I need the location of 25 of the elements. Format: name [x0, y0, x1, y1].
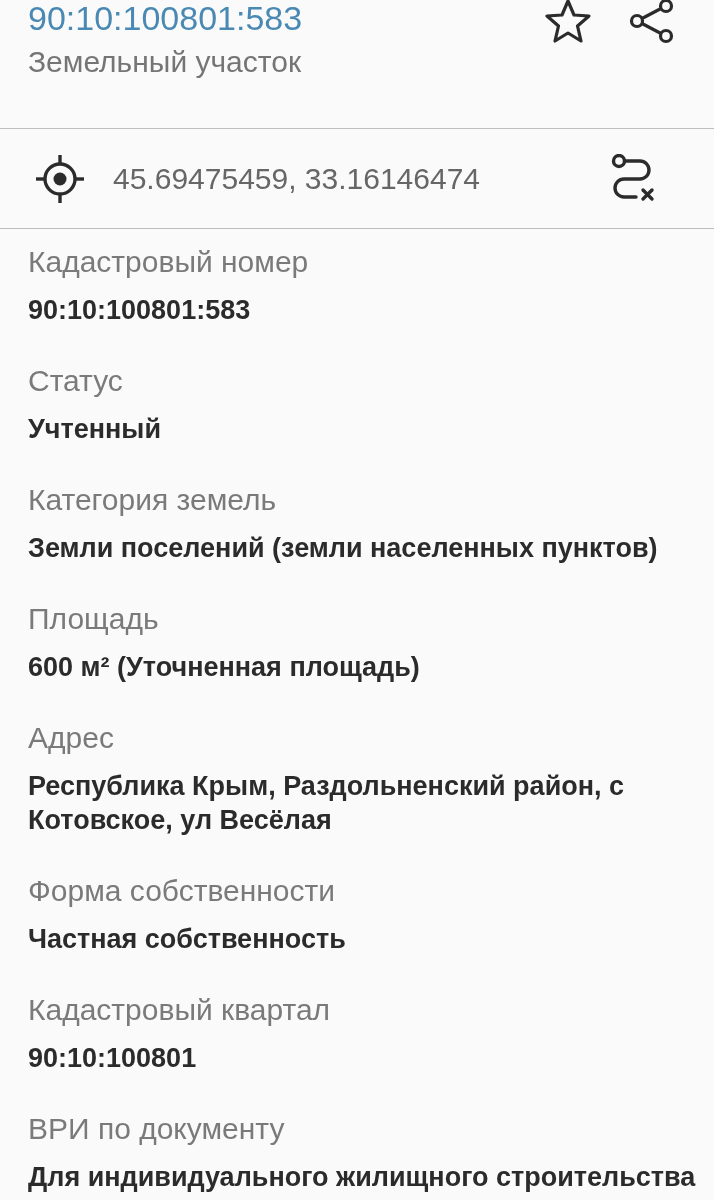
coordinates-text: 45.69475459, 33.16146474 [113, 161, 482, 196]
cadastral-number-title: 90:10:100801:583 [28, 0, 303, 36]
star-icon [544, 0, 592, 44]
location-target-icon[interactable] [35, 153, 85, 204]
share-icon [628, 0, 676, 44]
field-label: Категория земель [28, 483, 278, 517]
field-value: 90:10:100801 [28, 1042, 198, 1075]
field-value: Для индивидуального жилищного строительства [28, 1161, 697, 1194]
field-label: Адрес [28, 721, 115, 755]
field-label: Кадастровый номер [28, 245, 310, 279]
field-value: Учтенный [28, 413, 162, 446]
field-label: ВРИ по документу [28, 1112, 286, 1146]
favorite-button[interactable] [544, 0, 592, 44]
field-value: 600 м² (Уточненная площадь) [28, 651, 421, 684]
field-label: Площадь [28, 602, 160, 636]
field-value: Республика Крым, Раздольненский район, с Котовское, ул Весёлая [28, 770, 626, 837]
field-value: 90:10:100801:583 [28, 294, 252, 327]
field-value: Частная собственность [28, 923, 347, 956]
field-label: Кадастровый квартал [28, 993, 332, 1027]
object-type-subtitle: Земельный участок [28, 44, 302, 80]
field-label: Статус [28, 364, 124, 398]
route-cancel-icon[interactable] [610, 153, 656, 204]
share-button[interactable] [628, 0, 676, 44]
field-value: Земли поселений (земли населенных пунктов) [28, 532, 659, 565]
field-label: Форма собственности [28, 874, 337, 908]
